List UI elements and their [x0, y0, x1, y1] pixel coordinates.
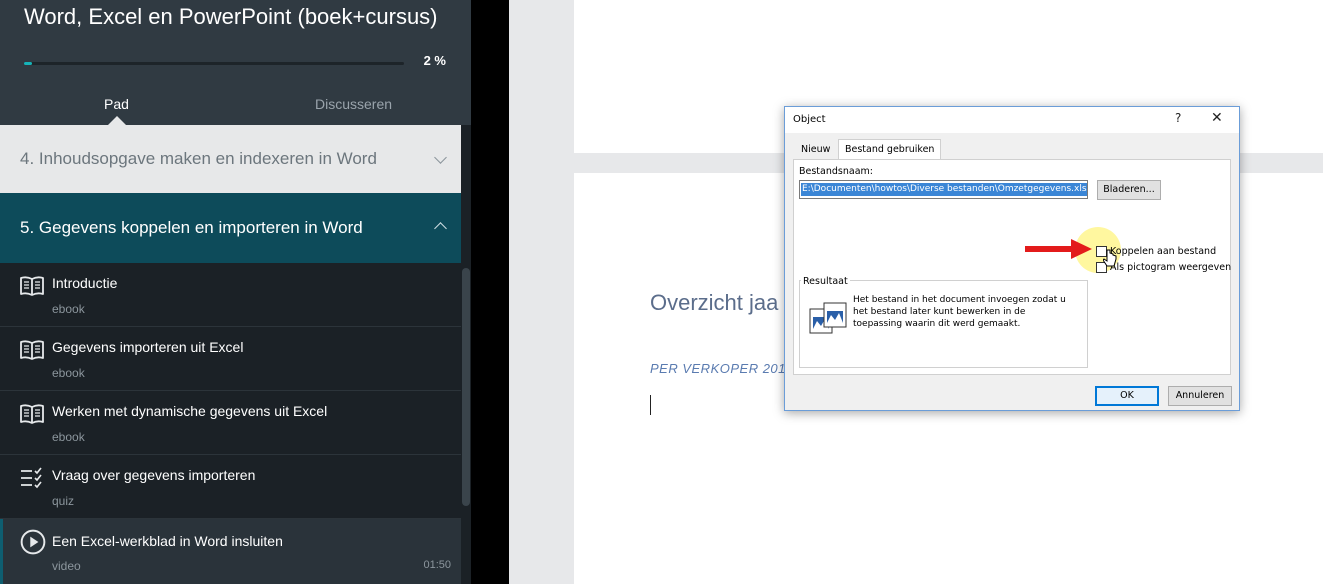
- link-to-file-label[interactable]: Koppelen aan bestand: [1110, 246, 1216, 257]
- section-5-header[interactable]: 5. Gegevens koppelen en importeren in Wo…: [0, 193, 461, 263]
- lesson-item-dynamische-gegevens[interactable]: Werken met dynamische gegevens uit Excel…: [0, 391, 461, 455]
- chevron-down-icon: [434, 151, 447, 164]
- checklist-icon: [21, 467, 42, 489]
- chevron-up-icon: [434, 222, 447, 235]
- play-icon: [20, 529, 46, 555]
- red-arrow-annotation: [1025, 239, 1092, 259]
- browse-button[interactable]: Bladeren...: [1097, 180, 1161, 200]
- lesson-item-gegevens-importeren[interactable]: Gegevens importeren uit Excel ebook: [0, 327, 461, 391]
- lesson-title: Vraag over gegevens importeren: [52, 467, 256, 483]
- lesson-list: Introductie ebook Gegevens importeren ui…: [0, 263, 461, 584]
- book-icon: [20, 340, 44, 360]
- ok-button[interactable]: OK: [1095, 386, 1159, 406]
- help-icon[interactable]: ?: [1175, 111, 1181, 125]
- sidebar-scrollbar[interactable]: [461, 263, 471, 584]
- object-dialog: Object ? ✕ Nieuw Bestand gebruiken Besta…: [784, 106, 1240, 411]
- course-progress-label: 2 %: [423, 53, 446, 68]
- lesson-type: ebook: [52, 430, 85, 444]
- document-heading: Overzicht jaa: [650, 290, 779, 315]
- lesson-duration: 01:50: [423, 559, 451, 571]
- video-player[interactable]: Overzicht jaa PER VERKOPER 201 Object ? …: [471, 0, 1323, 584]
- course-progress-fill: [24, 62, 32, 65]
- lesson-type: ebook: [52, 302, 85, 316]
- lesson-type: quiz: [52, 494, 75, 508]
- document-subheading: PER VERKOPER 201: [650, 361, 786, 376]
- lesson-item-excel-insluiten[interactable]: Een Excel-werkblad in Word insluiten vid…: [0, 519, 461, 584]
- result-description: Het bestand in het document invoegen zod…: [853, 295, 1066, 329]
- section-4-header[interactable]: 4. Inhoudsopgave maken en indexeren in W…: [0, 125, 461, 193]
- lesson-title: Werken met dynamische gegevens uit Excel: [52, 403, 328, 419]
- text-cursor: [650, 395, 651, 415]
- section-5-label: 5. Gegevens koppelen en importeren in Wo…: [20, 218, 363, 237]
- lesson-type: ebook: [52, 366, 85, 380]
- tab-bestand-gebruiken[interactable]: Bestand gebruiken: [838, 139, 942, 160]
- lesson-title: Introductie: [52, 275, 118, 291]
- book-icon: [20, 404, 44, 424]
- lesson-type: video: [52, 559, 81, 573]
- close-icon[interactable]: ✕: [1211, 110, 1223, 126]
- cancel-button[interactable]: Annuleren: [1168, 386, 1232, 406]
- lesson-title: Een Excel-werkblad in Word insluiten: [52, 533, 283, 549]
- dialog-title: Object: [793, 114, 826, 125]
- result-title: Resultaat: [801, 276, 850, 287]
- sidebar-scroll-thumb[interactable]: [462, 268, 470, 506]
- sidebar-header: Word, Excel en PowerPoint (boek+cursus) …: [0, 0, 471, 125]
- tab-nieuw[interactable]: Nieuw: [795, 141, 836, 159]
- display-as-icon-label[interactable]: Als pictogram weergeven: [1110, 262, 1231, 273]
- active-tab-indicator: [108, 116, 126, 125]
- lesson-title: Gegevens importeren uit Excel: [52, 339, 244, 355]
- book-icon: [20, 276, 44, 296]
- dialog-panel: Bestandsnaam: E:\Documenten\howtos\Diver…: [793, 159, 1231, 375]
- course-sidebar: Word, Excel en PowerPoint (boek+cursus) …: [0, 0, 471, 584]
- tab-pad[interactable]: Pad: [104, 96, 129, 112]
- course-title: Word, Excel en PowerPoint (boek+cursus): [24, 4, 438, 29]
- course-progress-bar: [24, 62, 404, 65]
- filename-value: E:\Documenten\howtos\Diverse bestanden\O…: [801, 183, 1087, 196]
- section-4-label: 4. Inhoudsopgave maken en indexeren in W…: [20, 149, 377, 168]
- tab-discusseren[interactable]: Discusseren: [315, 96, 392, 112]
- filename-label: Bestandsnaam:: [799, 166, 873, 177]
- lesson-item-vraag-quiz[interactable]: Vraag over gegevens importeren quiz: [0, 455, 461, 519]
- mouse-pointer-icon: [1103, 249, 1117, 267]
- dialog-titlebar: Object ? ✕: [785, 107, 1239, 133]
- embedded-object-icon: [809, 302, 847, 334]
- filename-input[interactable]: E:\Documenten\howtos\Diverse bestanden\O…: [799, 180, 1088, 199]
- lesson-item-introductie[interactable]: Introductie ebook: [0, 263, 461, 327]
